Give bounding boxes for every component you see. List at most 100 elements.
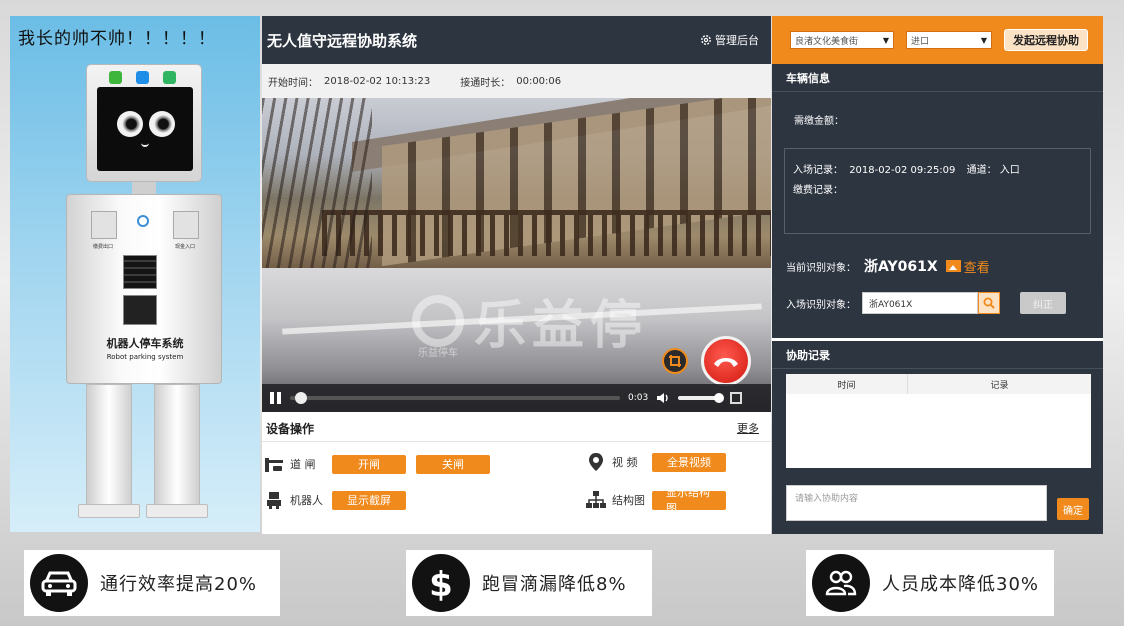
chevron-down-icon: ▼ <box>882 35 889 45</box>
video-controls: 0:03 <box>262 384 771 412</box>
seek-knob[interactable] <box>294 392 307 404</box>
start-time-value: 2018-02-02 10:13:23 <box>324 75 431 87</box>
current-plate: 浙AY061X <box>864 259 938 275</box>
robot-label: 机器人 <box>290 494 323 507</box>
video-watermark-text: 乐益停 <box>474 296 649 356</box>
volume-slider[interactable] <box>678 393 725 403</box>
view-link[interactable]: 查看 <box>945 257 990 276</box>
robot-qr-scanner <box>123 295 157 325</box>
structure-row: 结构图 显示结构图 <box>586 486 726 515</box>
entry-channel-value: 入口 <box>999 165 1020 176</box>
alipay-icon <box>136 71 149 84</box>
robot-slot-left-label: 缴费出口 <box>93 244 114 250</box>
fullscreen-button[interactable] <box>730 392 743 404</box>
phone-hangup-icon <box>714 358 738 367</box>
robot-face-screen <box>97 87 193 171</box>
more-link[interactable]: 更多 <box>737 420 759 436</box>
duration-value: 00:00:06 <box>516 75 562 87</box>
current-recognition-label: 当前识别对象： <box>786 262 856 274</box>
robot-title-cn: 机器人停车系统 <box>106 337 184 350</box>
show-structure-button[interactable]: 显示结构图 <box>652 486 726 515</box>
show-screenshot-button[interactable]: 显示截屏 <box>332 490 406 510</box>
assist-content-input[interactable]: 请输入协助内容 <box>786 485 1047 521</box>
view-link-label: 查看 <box>963 260 990 276</box>
correct-button[interactable]: 纠正 <box>1020 292 1066 314</box>
robot-leg-right <box>154 384 200 514</box>
chevron-down-icon: ▼ <box>980 35 987 45</box>
pause-button[interactable] <box>270 392 282 404</box>
car-icon <box>30 554 88 612</box>
robot-title-en: Robot parking system <box>106 353 184 361</box>
gate-label: 道 闸 <box>290 458 316 471</box>
assist-toolbar: 良渚文化美食街 ▼ 进口 ▼ 发起远程协助 <box>772 16 1103 64</box>
direction-select-value: 进口 <box>911 36 930 47</box>
divider <box>262 441 771 442</box>
open-gate-button[interactable]: 开闸 <box>332 454 406 474</box>
screenshot-button[interactable] <box>662 348 688 374</box>
robot-image-panel: 我长的帅不帅！！！！！ 缴费出口 现金入口 机器人停车系统 Robot park… <box>10 16 260 532</box>
location-pin-icon <box>586 452 606 472</box>
robot-body: 缴费出口 现金入口 机器人停车系统 Robot parking system <box>66 194 222 384</box>
entry-plate-input[interactable]: 浙AY061X <box>862 292 978 314</box>
people-icon <box>812 554 870 612</box>
dollar-icon: $ <box>412 554 470 612</box>
entry-record-label: 入场记录： <box>793 165 843 176</box>
stat-staff-cost: 人员成本降低30% <box>806 550 1054 616</box>
stat-staff-cost-text: 人员成本降低30% <box>882 574 1040 595</box>
stat-leakage: $ 跑冒滴漏降低8% <box>406 550 652 616</box>
logo-p-icon <box>412 294 464 347</box>
assist-record-title: 协助记录 <box>772 341 1103 369</box>
stat-leakage-text: 跑冒滴漏降低8% <box>482 574 627 595</box>
entry-record: 入场记录： 2018-02-02 09:25:09 通道： 入口 <box>793 161 1082 181</box>
robot-slot-right-label: 现金入口 <box>175 244 196 250</box>
entry-record-time: 2018-02-02 09:25:09 <box>849 165 956 176</box>
robot-foot-left <box>78 504 140 518</box>
gate-row: 道 闸 开闸 关闸 <box>264 454 490 474</box>
admin-link[interactable]: 管理后台 <box>700 32 759 48</box>
entry-recognition-label: 入场识别对象： <box>786 299 856 311</box>
device-operations-title: 设备操作 <box>266 422 315 436</box>
entry-recognition: 入场识别对象： 浙AY061X 纠正 <box>786 292 1066 314</box>
current-recognition: 当前识别对象： 浙AY061X 查看 <box>786 256 990 276</box>
site-select[interactable]: 良渚文化美食街 ▼ <box>790 31 894 49</box>
robot-keypad <box>123 255 157 289</box>
close-gate-button[interactable]: 关闸 <box>416 454 490 474</box>
robot-caption: 我长的帅不帅！！！！！ <box>18 29 216 49</box>
col-record: 记录 <box>990 380 1009 391</box>
wechat-icon <box>109 71 122 84</box>
direction-select[interactable]: 进口 ▼ <box>906 31 992 49</box>
fee-amount: 需缴金额： <box>794 112 844 127</box>
admin-link-label: 管理后台 <box>715 34 759 47</box>
panorama-video-button[interactable]: 全景视频 <box>652 452 726 472</box>
assist-record-table: 时间 记录 <box>786 374 1091 468</box>
site-select-value: 良渚文化美食街 <box>795 36 859 47</box>
video-label: 视 频 <box>612 456 638 469</box>
robot-row: 机器人 显示截屏 <box>264 490 406 510</box>
remote-assist-main: 无人值守远程协助系统 管理后台 开始时间： 2018-02-02 10:13:2… <box>262 16 771 534</box>
video-row: 视 频 全景视频 <box>586 452 726 472</box>
robot-leg-left <box>86 384 132 514</box>
hangup-button[interactable] <box>701 336 751 386</box>
robot-illustration: 缴费出口 现金入口 机器人停车系统 Robot parking system <box>66 64 222 519</box>
robot-slot-left <box>91 211 117 239</box>
plate-search-button[interactable] <box>978 292 1000 314</box>
start-remote-assist-button[interactable]: 发起远程协助 <box>1004 29 1088 51</box>
robot-slot-right <box>173 211 199 239</box>
search-icon <box>983 297 995 309</box>
volume-icon[interactable] <box>656 392 670 404</box>
robot-head <box>86 64 202 182</box>
image-icon <box>945 260 961 272</box>
svg-text:$: $ <box>429 565 453 602</box>
assist-table-header: 时间 记录 <box>786 374 1091 394</box>
app-header: 无人值守远程协助系统 管理后台 <box>262 16 771 64</box>
stat-efficiency-text: 通行效率提高20% <box>100 574 258 595</box>
robot-foot-right <box>146 504 208 518</box>
payment-record: 缴费记录： <box>793 181 1082 201</box>
duration-label: 接通时长： <box>460 77 511 89</box>
app-title: 无人值守远程协助系统 <box>267 31 418 50</box>
robot-eye-right <box>149 111 175 137</box>
confirm-button[interactable]: 确定 <box>1057 498 1089 520</box>
stat-efficiency: 通行效率提高20% <box>24 550 280 616</box>
video-seek-bar[interactable] <box>290 392 620 404</box>
video-player[interactable]: 乐益停 乐益停车 0:03 <box>262 98 771 412</box>
